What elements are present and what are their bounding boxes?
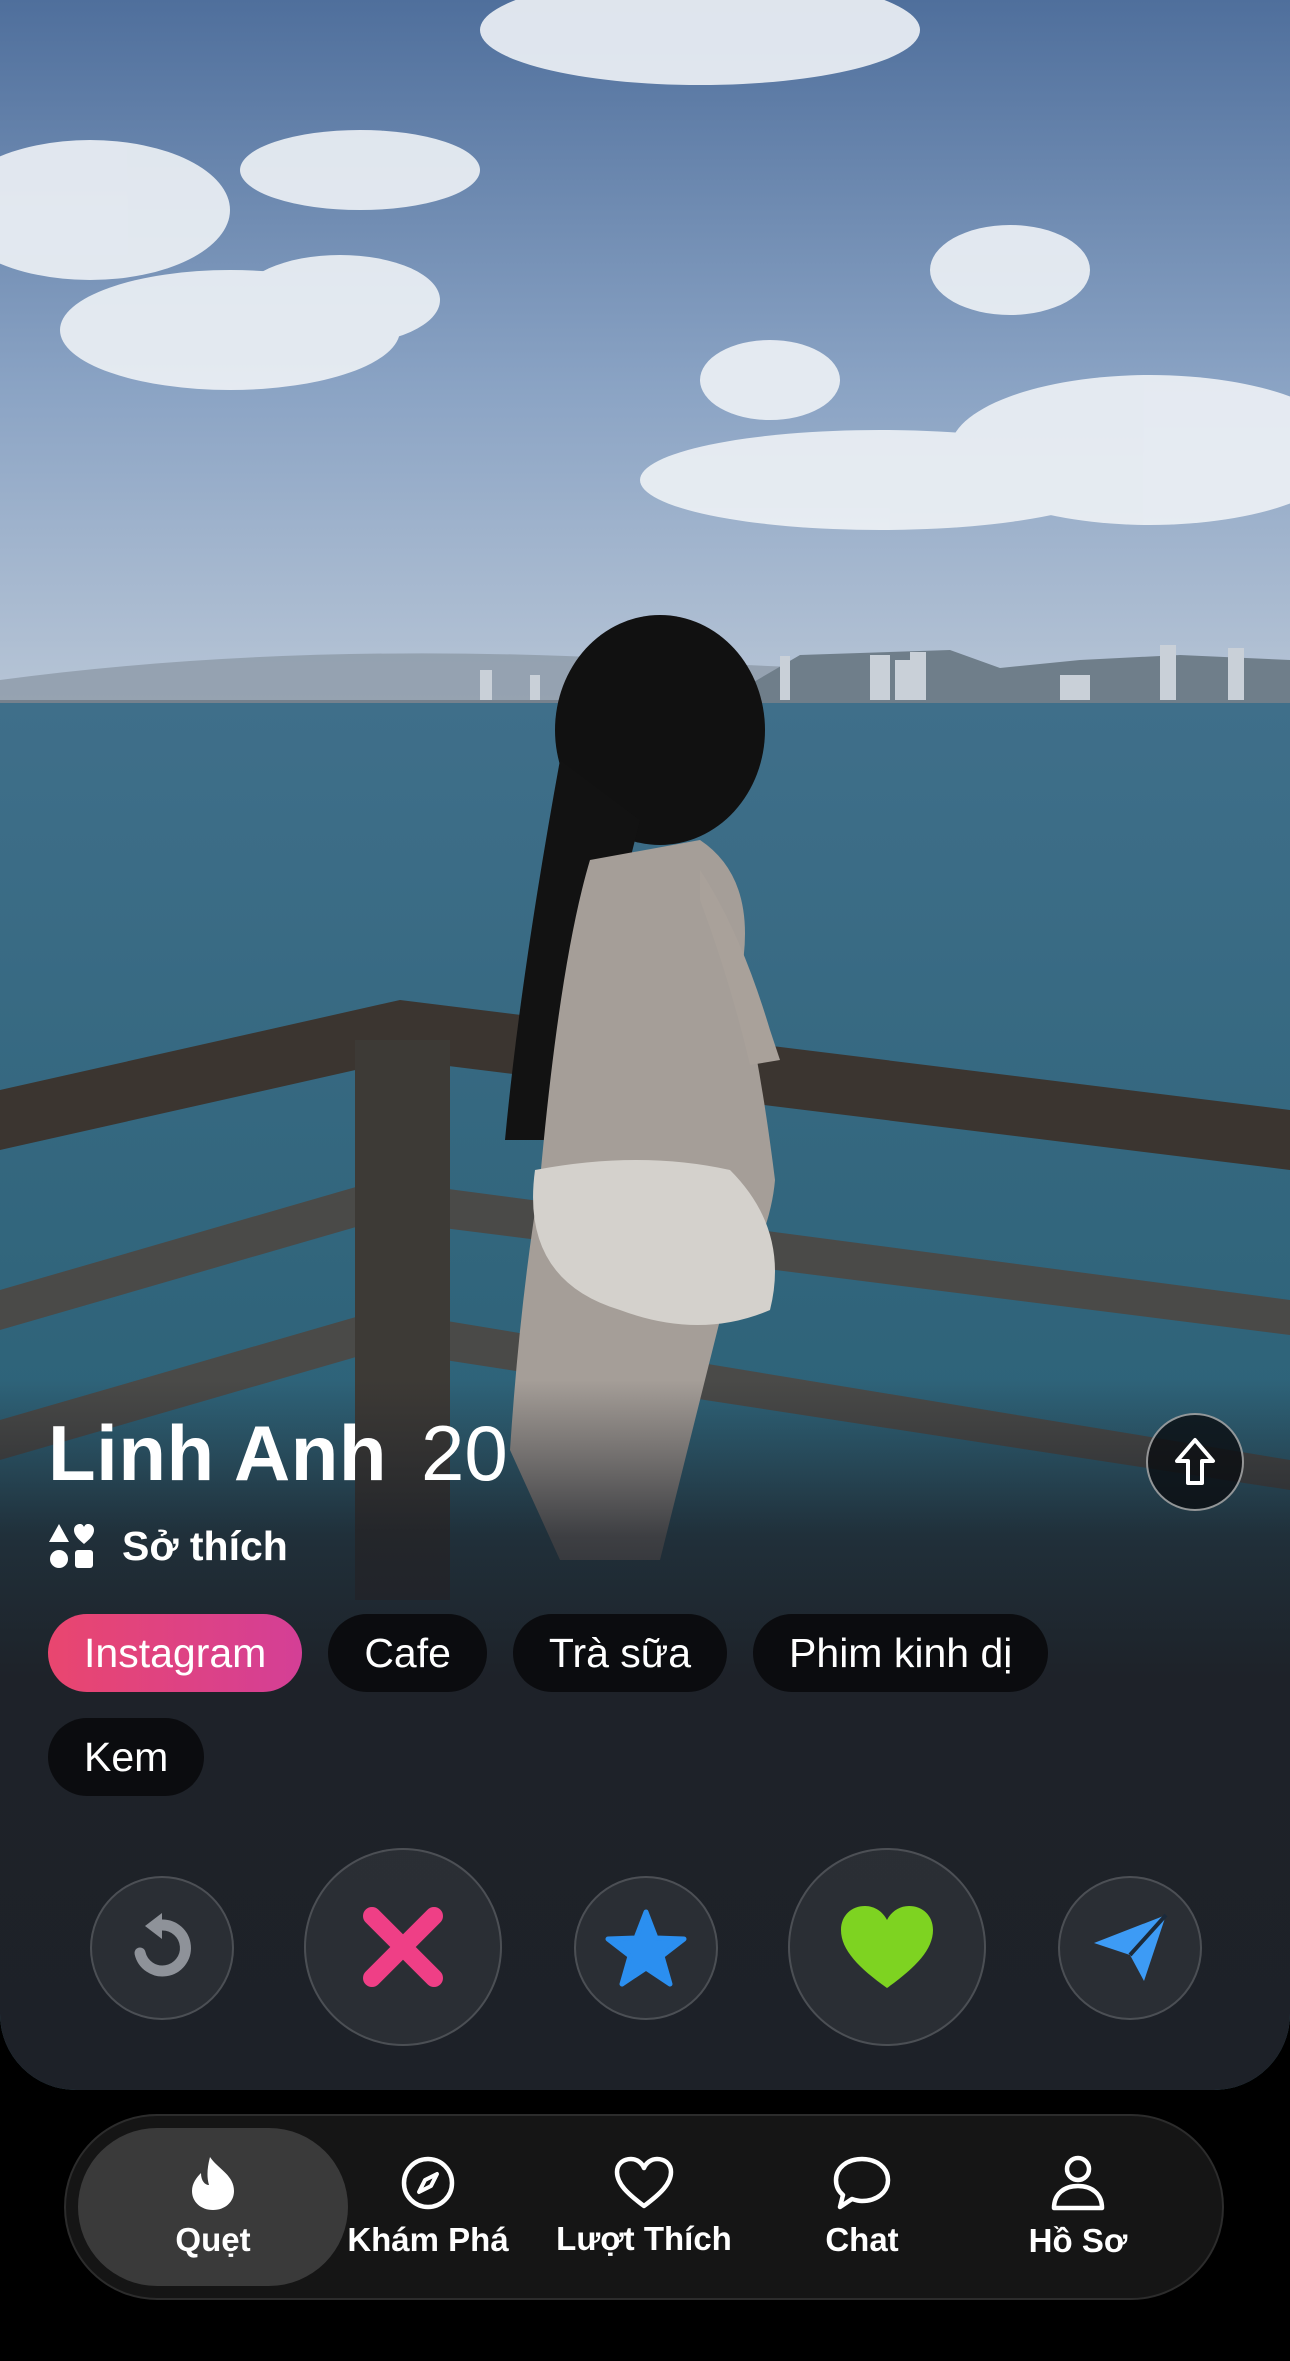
super-like-button[interactable] — [574, 1876, 718, 2020]
flame-icon — [192, 2157, 234, 2210]
profile-card[interactable]: Linh Anh 20 Sở thích Instagram Cafe Trà … — [0, 0, 1290, 2090]
nope-button[interactable] — [304, 1848, 502, 2046]
interest-tag[interactable]: Cafe — [328, 1614, 487, 1692]
user-icon — [1051, 2155, 1105, 2211]
nav-label-swipe: Quẹt — [175, 2221, 251, 2258]
profile-header: Linh Anh 20 — [48, 1408, 508, 1499]
expand-profile-button[interactable] — [1146, 1413, 1244, 1511]
paper-plane-icon — [1094, 1913, 1168, 1981]
interests-header: Sở thích — [48, 1522, 288, 1570]
profile-age: 20 — [421, 1409, 508, 1497]
rewind-icon — [134, 1913, 191, 1977]
nav-label-likes: Lượt Thích — [556, 2220, 732, 2257]
interest-tag[interactable]: Instagram — [48, 1614, 303, 1692]
star-icon — [605, 1909, 687, 1987]
interest-tag[interactable]: Phim kinh dị — [753, 1614, 1049, 1692]
chat-bubble-icon — [833, 2156, 891, 2210]
heart-icon — [841, 1906, 933, 1988]
nav-item-profile[interactable]: Hồ Sơ — [948, 2128, 1208, 2286]
interest-tag[interactable]: Trà sữa — [512, 1614, 728, 1692]
compass-icon — [401, 2156, 455, 2210]
bottom-navigation: Quẹt Khám Phá Lượt Thích Chat Hồ Sơ — [64, 2114, 1224, 2300]
nav-label-explore: Khám Phá — [347, 2221, 509, 2258]
boost-button[interactable] — [1058, 1876, 1202, 2020]
interests-icon — [49, 1524, 94, 1568]
rewind-button[interactable] — [90, 1876, 234, 2020]
interests-label: Sở thích — [122, 1522, 288, 1569]
like-button[interactable] — [788, 1848, 986, 2046]
nav-label-profile: Hồ Sơ — [1028, 2222, 1128, 2259]
close-x-icon — [363, 1907, 443, 1987]
nav-label-chat: Chat — [825, 2221, 899, 2258]
interest-tags: Instagram Cafe Trà sữa Phim kinh dị Kem — [48, 1614, 1228, 1796]
profile-name: Linh Anh — [48, 1409, 388, 1497]
heart-outline-icon — [614, 2156, 674, 2209]
action-bar — [0, 1848, 1290, 2048]
interest-tag[interactable]: Kem — [48, 1718, 205, 1796]
arrow-up-icon — [1175, 1438, 1215, 1485]
